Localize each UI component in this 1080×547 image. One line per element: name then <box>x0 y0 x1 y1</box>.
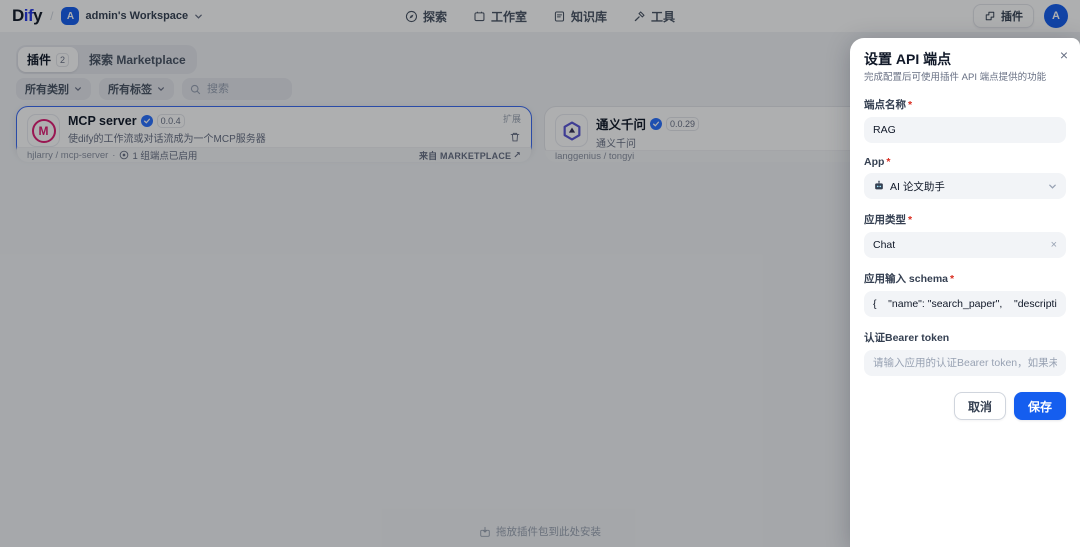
app-robot-icon <box>873 180 885 192</box>
app-type-value: Chat <box>873 239 1046 251</box>
schema-group: 应用输入 schema* <box>864 271 1066 317</box>
required-mark: * <box>886 156 890 168</box>
required-mark: * <box>908 214 912 226</box>
app-type-label: 应用类型* <box>864 212 1066 227</box>
app-type-field[interactable]: Chat × <box>864 232 1066 258</box>
app-select[interactable]: AI 论文助手 <box>864 173 1066 199</box>
modal-actions: 取消 保存 <box>864 392 1066 420</box>
close-icon[interactable]: × <box>1060 48 1068 62</box>
bearer-token-group: 认证Bearer token <box>864 330 1066 376</box>
cancel-button[interactable]: 取消 <box>954 392 1006 420</box>
endpoint-name-label: 端点名称* <box>864 97 1066 112</box>
endpoint-name-group: 端点名称* <box>864 97 1066 143</box>
modal-subtitle: 完成配置后可使用插件 API 端点提供的功能 <box>864 71 1066 84</box>
save-button[interactable]: 保存 <box>1014 392 1066 420</box>
bearer-token-input[interactable] <box>864 350 1066 376</box>
app-select-value: AI 论文助手 <box>890 179 1043 194</box>
api-endpoint-modal: 设置 API 端点 × 完成配置后可使用插件 API 端点提供的功能 端点名称*… <box>850 38 1080 547</box>
modal-title: 设置 API 端点 <box>864 50 1066 68</box>
endpoint-name-input[interactable] <box>864 117 1066 143</box>
bearer-token-label: 认证Bearer token <box>864 330 1066 345</box>
required-mark: * <box>950 273 954 285</box>
required-mark: * <box>908 99 912 111</box>
schema-label: 应用输入 schema* <box>864 271 1066 286</box>
schema-input[interactable] <box>864 291 1066 317</box>
chevron-down-icon <box>1048 182 1057 191</box>
app-group: App* AI 论文助手 <box>864 156 1066 199</box>
app-label: App* <box>864 156 1066 168</box>
app-type-group: 应用类型* Chat × <box>864 212 1066 258</box>
